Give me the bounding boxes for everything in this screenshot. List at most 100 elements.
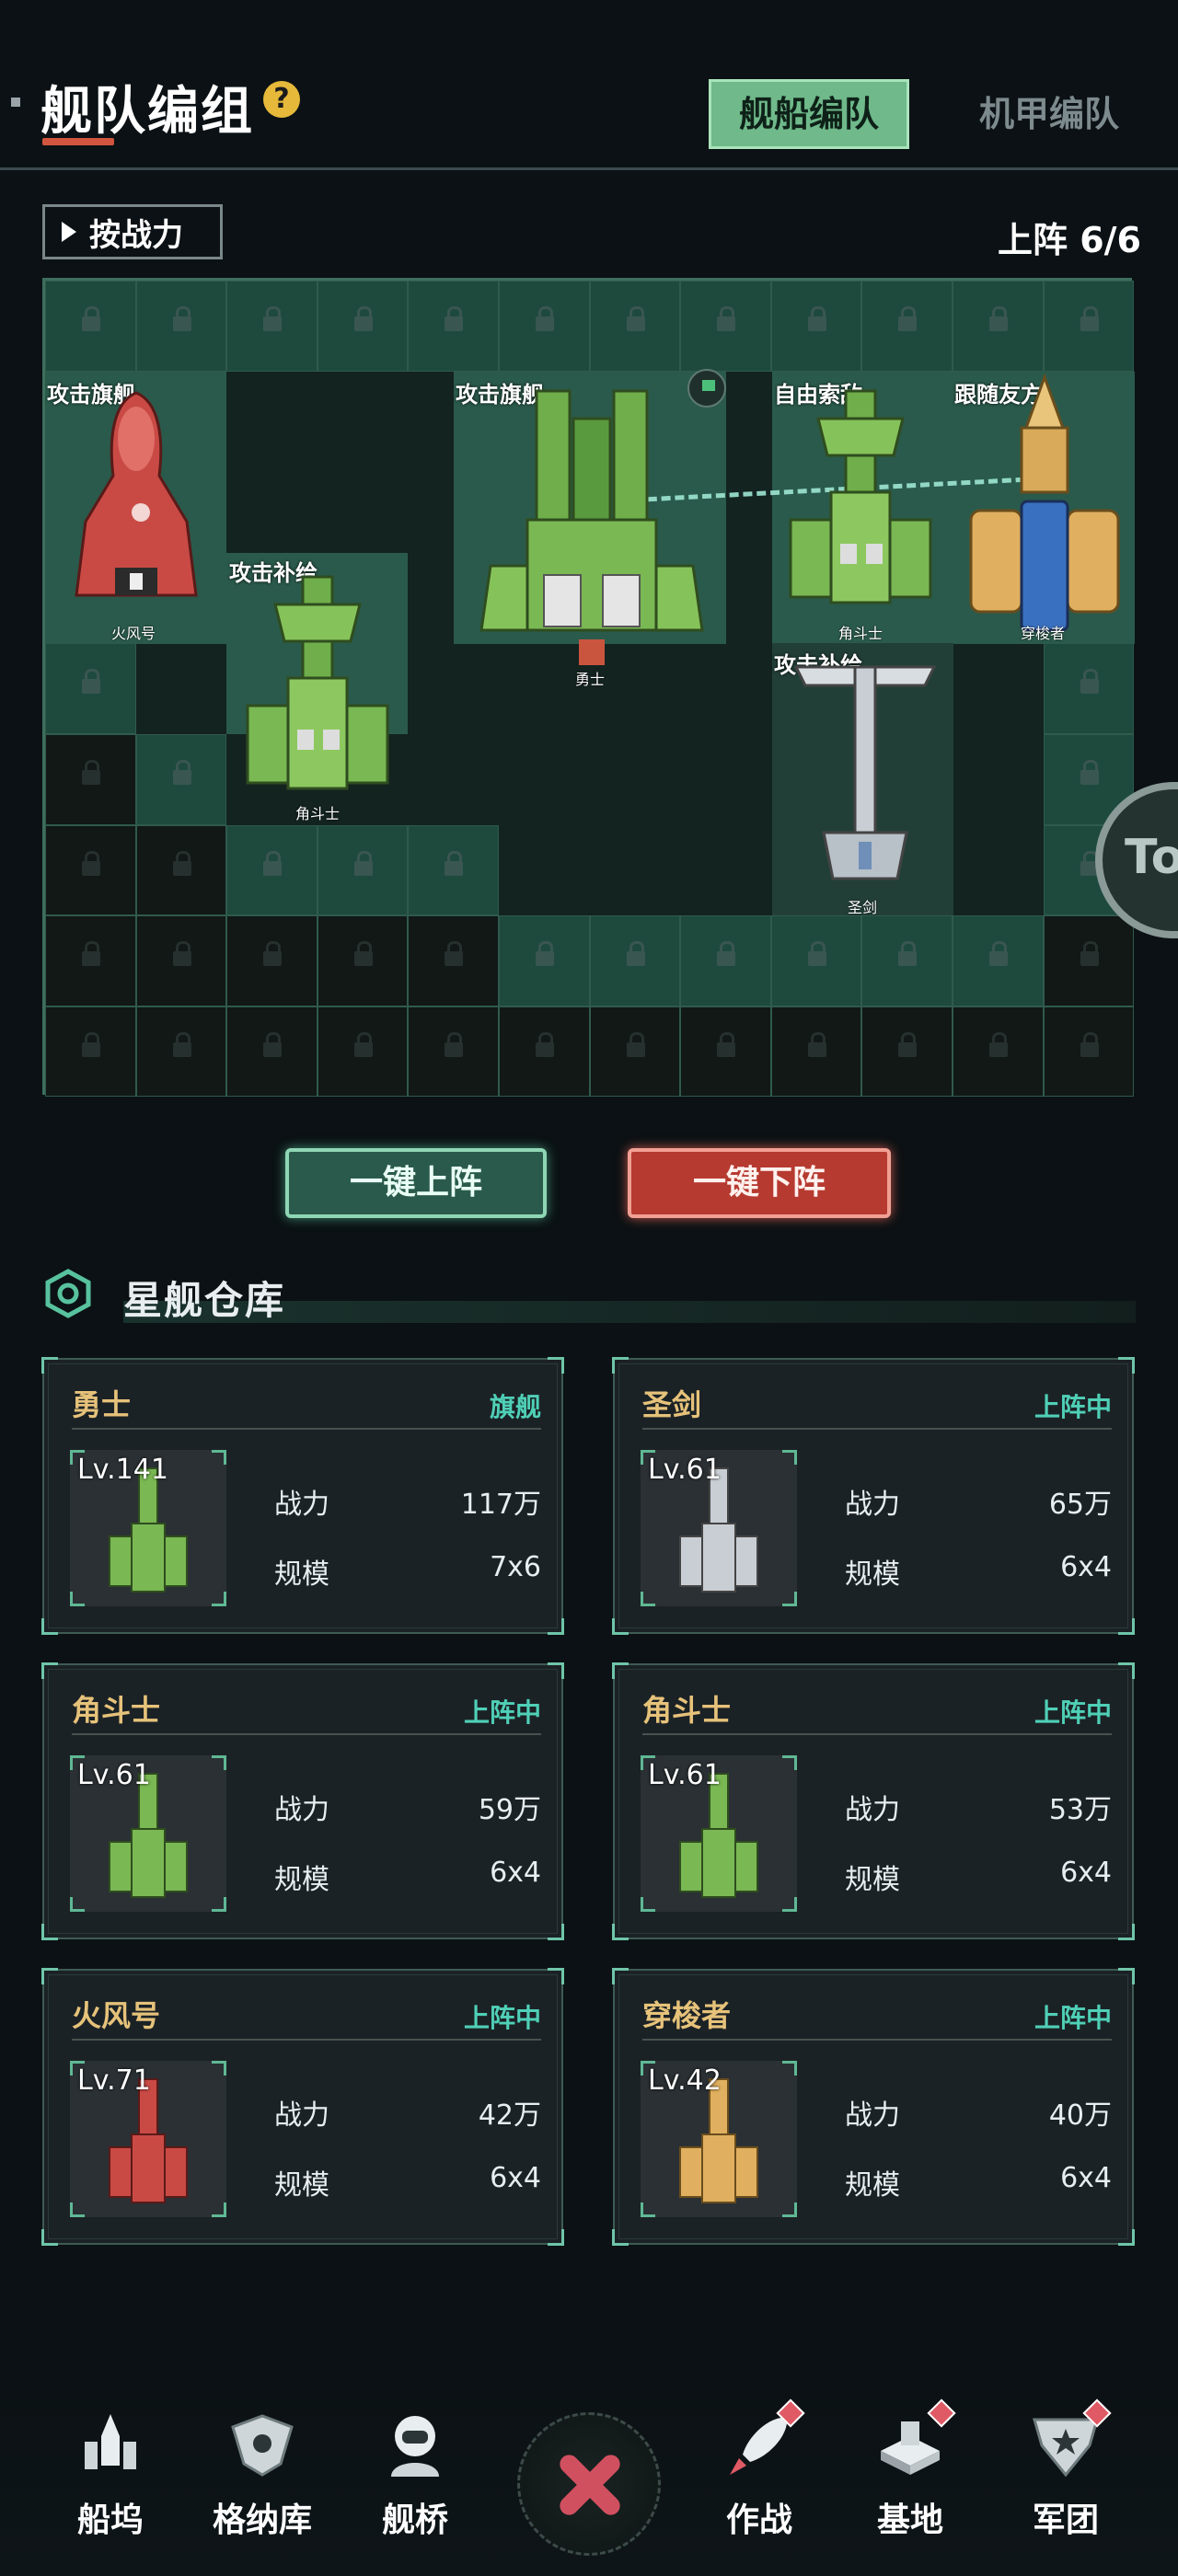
lock-icon [263,306,283,331]
card-corner [41,1968,58,1984]
locked-grid-cell [680,1006,771,1098]
ship-card-name: 角斗士 [642,1693,732,1728]
ship-thumbnail[interactable]: Lv.42 [641,2061,797,2217]
nav-label: 基地 [876,2501,943,2539]
thumb-corner [641,2202,655,2217]
ship-card[interactable]: 角斗士 上阵中 Lv.61 战力 53万 规模 6x4 [612,1662,1135,1940]
lock-icon [353,941,373,967]
ship-card[interactable]: 穿梭者 上阵中 Lv.42 战力 40万 规模 6x4 [612,1968,1135,2246]
locked-grid-cell [408,824,499,916]
locked-grid-cell [45,1006,136,1098]
ship-name-label: 勇士 [575,671,606,688]
locked-grid-cell [317,281,409,372]
lock-icon [82,760,100,785]
lock-icon [82,850,100,876]
locked-grid-cell [1043,1006,1135,1098]
ship-card[interactable]: 角斗士 上阵中 Lv.61 战力 59万 规模 6x4 [41,1662,564,1940]
holy-sword-ship-icon[interactable] [787,649,943,915]
card-corner [548,1662,564,1679]
nav-label: 军团 [1032,2501,1099,2539]
ship-card[interactable]: 火风号 上阵中 Lv.71 战力 42万 规模 6x4 [41,1968,564,2246]
formation-grid[interactable]: 攻击旗舰 攻击补给 攻击旗舰 自由索敌 跟随友方 攻击补给 火风号 角斗士 勇士 [42,278,1135,1098]
card-corner [41,1357,58,1374]
card-divider [72,1733,541,1735]
title-underline [42,138,114,145]
scale-value: 6x4 [1060,1857,1112,1889]
lock-icon [1080,760,1099,785]
power-label: 战力 [274,2099,329,2132]
ship-level: Lv.42 [648,2064,722,2097]
ship-thumbnail[interactable]: Lv.141 [70,1450,226,1606]
locked-grid-cell [226,281,318,372]
gladiator-ship-icon[interactable] [238,568,397,816]
lock-icon [82,306,100,331]
fire-wind-ship-icon[interactable] [58,384,214,632]
thumb-corner [70,1592,85,1606]
nav-dock[interactable]: 船坞 [41,2409,179,2547]
nav-bridge[interactable]: 舰桥 [346,2409,484,2547]
ship-thumbnail[interactable]: Lv.61 [641,1450,797,1606]
ship-card-status: 上阵中 [463,1697,541,1728]
card-corner [548,1357,564,1374]
ship-card-status: 旗舰 [489,1392,541,1422]
play-triangle-icon [62,222,76,242]
thumb-corner [70,1897,85,1912]
lock-icon [807,1031,826,1057]
lock-icon [263,1031,283,1057]
tab-mecha-formation[interactable]: 机甲编队 [948,79,1150,149]
locked-grid-cell [135,915,227,1006]
help-icon[interactable]: ? [263,81,300,118]
card-corner [41,2229,58,2246]
locked-grid-cell [1043,643,1135,734]
thumb-corner [782,1450,797,1465]
nav-base[interactable]: 基地 [841,2398,979,2547]
card-corner [612,1662,629,1679]
ship-name-label: 角斗士 [838,625,884,642]
scale-value: 7x6 [490,1551,541,1583]
lock-icon [536,306,554,331]
shuttle-ship-icon[interactable] [962,373,1127,639]
card-corner [548,1618,564,1635]
header: 舰队编组 ? 舰船编队 机甲编队 [0,0,1178,171]
ship-thumbnail[interactable]: Lv.71 [70,2061,226,2217]
ship-card[interactable]: 勇士 旗舰 Lv.141 战力 117万 规模 7x6 [41,1357,564,1635]
nav-legion[interactable]: 军团 [997,2398,1135,2547]
locked-grid-cell [1043,281,1135,372]
locked-grid-cell [499,915,590,1006]
gladiator-ship-icon[interactable] [781,382,940,630]
undeploy-all-button[interactable]: 一键下阵 [628,1148,891,1218]
tab-ship-formation[interactable]: 舰船编队 [709,79,909,149]
locked-grid-cell [953,281,1044,372]
lock-icon [82,669,100,695]
sort-by-power-button[interactable]: 按战力 [42,204,223,259]
lock-icon [807,306,826,331]
thumb-corner [641,1897,655,1912]
locked-grid-cell [861,281,953,372]
scale-label: 规模 [845,1864,900,1896]
ship-level: Lv.61 [77,1759,151,1791]
locked-grid-cell [408,915,499,1006]
lock-icon [626,941,645,967]
lock-icon [172,941,191,967]
lock-icon [172,1031,191,1057]
battle-center-button[interactable] [517,2412,661,2556]
nav-hangar[interactable]: 格纳库 [193,2409,331,2547]
power-value: 117万 [460,1489,541,1521]
lock-icon [717,306,736,331]
card-divider [642,2039,1112,2041]
ship-thumbnail[interactable]: Lv.61 [70,1755,226,1912]
ship-card[interactable]: 圣剑 上阵中 Lv.61 战力 65万 规模 6x4 [612,1357,1135,1635]
locked-grid-cell [226,824,318,916]
ship-card-status: 上阵中 [1034,1697,1112,1728]
warrior-ship-icon[interactable] [472,382,711,685]
ship-thumbnail[interactable]: Lv.61 [641,1755,797,1912]
nav-label: 舰桥 [381,2501,448,2539]
lock-icon [445,941,464,967]
locked-grid-cell [408,281,499,372]
deploy-all-button[interactable]: 一键上阵 [285,1148,547,1218]
lock-icon [263,941,283,967]
dock-icon [85,2414,136,2469]
lock-icon [353,1031,373,1057]
card-corner [41,1924,58,1940]
nav-battle[interactable]: 作战 [690,2398,828,2547]
